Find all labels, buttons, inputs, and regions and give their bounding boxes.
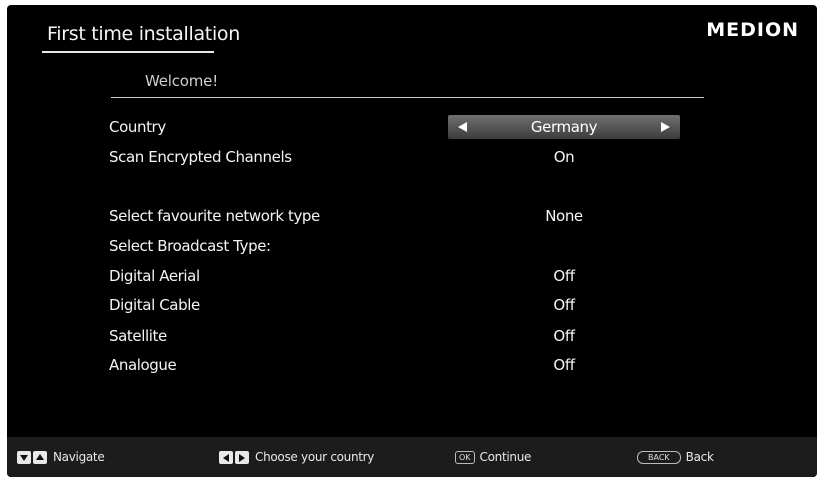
arrow-up-icon bbox=[33, 450, 47, 464]
satellite-value: Off bbox=[553, 327, 575, 345]
footer-help-bar: Navigate Choose your country OK Continue… bbox=[7, 437, 817, 477]
country-row[interactable]: Country Germany bbox=[109, 115, 689, 139]
digital-cable-label: Digital Cable bbox=[109, 296, 200, 314]
digital-cable-row[interactable]: Digital Cable Off bbox=[109, 293, 689, 317]
digital-cable-value: Off bbox=[553, 296, 575, 314]
country-value: Germany bbox=[530, 118, 598, 136]
arrow-down-icon bbox=[17, 450, 31, 464]
scan-encrypted-label: Scan Encrypted Channels bbox=[109, 148, 292, 166]
subtitle-divider bbox=[111, 97, 704, 98]
analogue-value: Off bbox=[553, 356, 575, 374]
satellite-row[interactable]: Satellite Off bbox=[109, 324, 689, 348]
choose-country-label: Choose your country bbox=[255, 450, 375, 464]
arrow-left-icon[interactable] bbox=[458, 122, 467, 132]
back-hint[interactable]: BACK Back bbox=[637, 447, 714, 467]
back-label: Back bbox=[685, 450, 714, 464]
continue-label: Continue bbox=[479, 450, 532, 464]
arrow-right-icon[interactable] bbox=[661, 122, 670, 132]
digital-aerial-value: Off bbox=[553, 267, 575, 285]
broadcast-type-heading: Select Broadcast Type: bbox=[109, 237, 271, 255]
ok-key-icon: OK bbox=[455, 450, 475, 464]
favourite-network-label: Select favourite network type bbox=[109, 207, 320, 225]
analogue-row[interactable]: Analogue Off bbox=[109, 353, 689, 377]
brand-logo: MEDION bbox=[706, 19, 799, 41]
analogue-label: Analogue bbox=[109, 356, 177, 374]
country-selector[interactable]: Germany bbox=[448, 115, 680, 139]
country-label: Country bbox=[109, 118, 166, 136]
favourite-network-value: None bbox=[545, 207, 583, 225]
broadcast-type-heading-row: Select Broadcast Type: bbox=[109, 234, 689, 258]
navigate-label: Navigate bbox=[53, 450, 105, 464]
continue-hint[interactable]: OK Continue bbox=[455, 447, 531, 467]
welcome-subtitle: Welcome! bbox=[145, 72, 219, 90]
back-key-icon: BACK bbox=[637, 450, 681, 464]
scan-encrypted-value: On bbox=[553, 148, 575, 166]
choose-country-hint: Choose your country bbox=[219, 447, 374, 467]
digital-aerial-row[interactable]: Digital Aerial Off bbox=[109, 264, 689, 288]
page-title: First time installation bbox=[47, 23, 240, 45]
navigate-hint: Navigate bbox=[17, 447, 105, 467]
favourite-network-row[interactable]: Select favourite network type None bbox=[109, 204, 689, 228]
tv-screen: First time installation MEDION Welcome! … bbox=[7, 5, 817, 477]
scan-encrypted-row[interactable]: Scan Encrypted Channels On bbox=[109, 145, 689, 169]
title-underline bbox=[42, 51, 214, 53]
arrow-right-icon bbox=[235, 450, 249, 464]
satellite-label: Satellite bbox=[109, 327, 167, 345]
digital-aerial-label: Digital Aerial bbox=[109, 267, 200, 285]
arrow-left-icon bbox=[219, 450, 233, 464]
